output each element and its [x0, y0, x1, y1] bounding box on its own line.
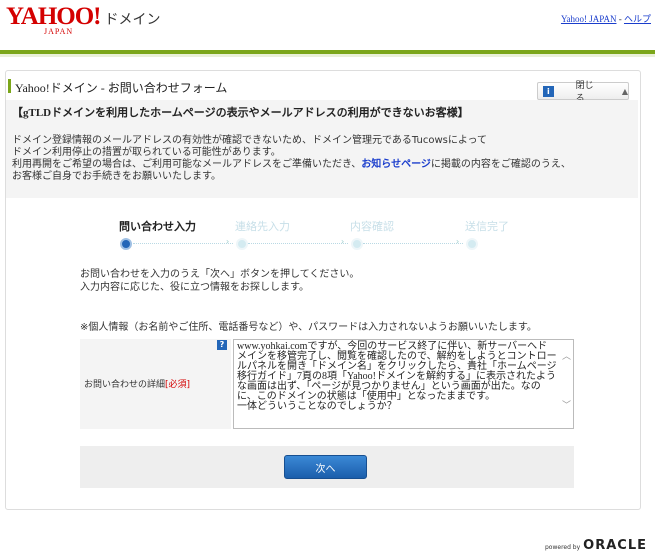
notice-heading: 【gTLDドメインを利用したホームページの表示やメールアドレスの利用ができないお… — [12, 107, 469, 119]
inquiry-detail-label: お問い合わせの詳細[必須] — [84, 377, 190, 390]
notice-line: ドメイン利用停止の措置が取られている可能性があります。 — [12, 147, 281, 158]
help-icon[interactable]: ? — [217, 340, 227, 350]
oracle-badge: powered by ORACLE — [545, 538, 647, 553]
powered-by-text: powered by — [544, 544, 581, 551]
arrow-right-icon: › — [341, 237, 345, 246]
step-label-contact: 連絡先入力 — [235, 220, 290, 233]
step-label-input: 問い合わせ入力 — [119, 220, 196, 233]
step-label-confirm: 内容確認 — [350, 220, 394, 233]
notice-line: ドメイン登録情報のメールアドレスの有効性が確認できないため、ドメイン管理元である… — [12, 135, 488, 146]
privacy-note: ※個人情報（お名前やご住所、電話番号など）や、パスワードは入力されないようお願い… — [80, 322, 537, 333]
step-label-complete: 送信完了 — [465, 220, 509, 233]
scroll-down-icon[interactable]: ﹀ — [562, 398, 571, 411]
yahoo-japan-link[interactable]: Yahoo! JAPAN — [561, 14, 617, 24]
step-connector — [248, 243, 348, 244]
arrow-right-icon: › — [456, 237, 460, 246]
notice-line-suffix: に掲載の内容をご確認のうえ、 — [430, 159, 571, 170]
step-connector — [133, 243, 233, 244]
step-dot-active — [120, 238, 132, 250]
info-icon: i — [543, 85, 554, 97]
required-mark: [必須] — [165, 380, 191, 390]
title-marker — [8, 79, 11, 93]
step-connector — [363, 243, 463, 244]
yahoo-logo[interactable]: YAHOO! JAPAN ドメイン — [6, 4, 161, 37]
notice-line-text: 利用再開をご希望の場合は、ご利用可能なメールアドレスをご準備いただき、 — [12, 159, 362, 170]
notice-line: 利用再開をご希望の場合は、ご利用可能なメールアドレスをご準備いただき、お知らせペ… — [12, 159, 571, 171]
service-name: ドメイン — [104, 12, 161, 28]
instructions: お問い合わせを入力のうえ「次へ」ボタンを押してください。 入力内容に応じた、役に… — [80, 268, 359, 294]
field-label-text: お問い合わせの詳細 — [84, 380, 166, 390]
page-title: Yahoo!ドメイン - お問い合わせフォーム — [15, 81, 228, 95]
caret-up-icon: ▲ — [621, 86, 628, 96]
link-separator: - — [616, 14, 624, 24]
instruction-line: お問い合わせを入力のうえ「次へ」ボタンを押してください。 — [80, 269, 360, 280]
step-dot — [236, 238, 248, 250]
logo-sub: JAPAN — [44, 27, 74, 36]
next-button[interactable]: 次へ — [284, 455, 367, 479]
arrow-right-icon: › — [226, 237, 230, 246]
oracle-logo: ORACLE — [583, 538, 647, 553]
announcement-page-link[interactable]: お知らせページ — [361, 159, 431, 170]
step-dot — [466, 238, 478, 250]
header-divider-shadow — [0, 54, 655, 57]
instruction-line: 入力内容に応じた、役に立つ情報をお探しします。 — [80, 282, 309, 293]
notice-line: お客様ご自身でお手続きをお願いいたします。 — [12, 171, 221, 182]
scroll-up-icon[interactable]: ︿ — [562, 349, 571, 362]
step-dot — [351, 238, 363, 250]
top-links: Yahoo! JAPAN - ヘルプ — [561, 12, 651, 25]
help-link[interactable]: ヘルプ — [624, 14, 651, 24]
close-button[interactable]: i 閉じる ▲ — [537, 81, 629, 104]
inquiry-detail-textarea[interactable]: www.yohkai.comですが、今回のサービス終了に伴い、新サーバーへドメイ… — [233, 339, 574, 429]
notice-body: ドメイン登録情報のメールアドレスの有効性が確認できないため、ドメイン管理元である… — [12, 135, 571, 183]
